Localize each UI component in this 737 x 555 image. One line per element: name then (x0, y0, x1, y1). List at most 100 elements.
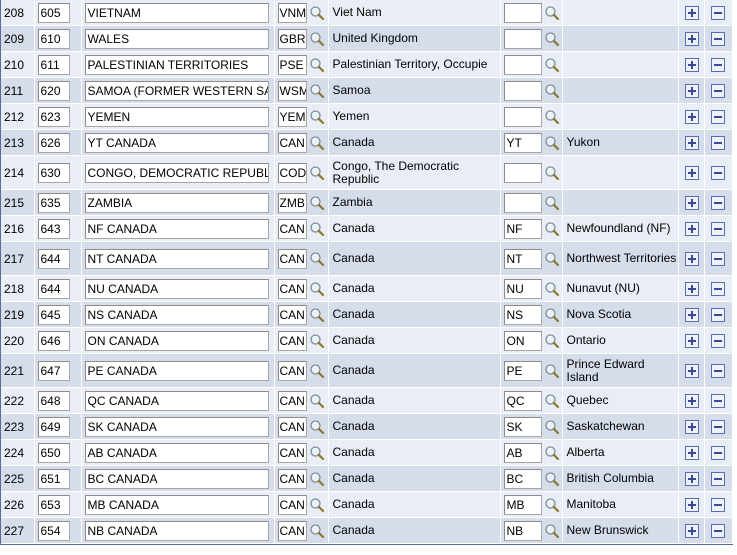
state-code-input[interactable]: SK (503, 416, 542, 437)
country-code-input[interactable]: CAN (277, 218, 307, 239)
delete-row-button[interactable] (710, 471, 725, 486)
delete-row-button[interactable] (710, 281, 725, 296)
search-icon[interactable] (309, 445, 325, 461)
add-row-button[interactable] (684, 307, 699, 322)
delete-row-button[interactable] (710, 165, 725, 180)
description-input[interactable]: NF CANADA (84, 218, 269, 239)
delete-row-button[interactable] (710, 523, 725, 538)
code-input[interactable]: 626 (37, 132, 70, 153)
add-row-button[interactable] (684, 497, 699, 512)
code-input[interactable]: 610 (37, 28, 70, 49)
state-code-input[interactable]: PE (503, 360, 542, 381)
add-row-button[interactable] (684, 109, 699, 124)
search-icon[interactable] (309, 523, 325, 539)
delete-row-button[interactable] (710, 363, 725, 378)
delete-row-button[interactable] (710, 333, 725, 348)
description-input[interactable]: YT CANADA (84, 132, 269, 153)
delete-row-button[interactable] (710, 195, 725, 210)
code-input[interactable]: 623 (37, 106, 70, 127)
search-icon[interactable] (544, 419, 560, 435)
delete-row-button[interactable] (710, 497, 725, 512)
state-code-input[interactable]: MB (503, 494, 542, 515)
delete-row-button[interactable] (710, 57, 725, 72)
search-icon[interactable] (309, 83, 325, 99)
country-code-input[interactable]: CAN (277, 468, 307, 489)
delete-row-button[interactable] (710, 109, 725, 124)
delete-row-button[interactable] (710, 83, 725, 98)
search-icon[interactable] (309, 135, 325, 151)
delete-row-button[interactable] (710, 251, 725, 266)
state-code-input[interactable]: NT (503, 248, 542, 269)
search-icon[interactable] (309, 31, 325, 47)
description-input[interactable]: VIETNAM (84, 2, 269, 23)
search-icon[interactable] (544, 135, 560, 151)
country-code-input[interactable]: YEM (277, 106, 307, 127)
code-input[interactable]: 648 (37, 390, 70, 411)
state-code-input[interactable] (503, 80, 542, 101)
country-code-input[interactable]: CAN (277, 132, 307, 153)
description-input[interactable]: WALES (84, 28, 269, 49)
add-row-button[interactable] (684, 57, 699, 72)
state-code-input[interactable]: NB (503, 520, 542, 541)
country-code-input[interactable]: CAN (277, 390, 307, 411)
search-icon[interactable] (309, 221, 325, 237)
delete-row-button[interactable] (710, 135, 725, 150)
state-code-input[interactable] (503, 106, 542, 127)
search-icon[interactable] (544, 333, 560, 349)
delete-row-button[interactable] (710, 419, 725, 434)
description-input[interactable]: YEMEN (84, 106, 269, 127)
add-row-button[interactable] (684, 281, 699, 296)
state-code-input[interactable] (503, 54, 542, 75)
search-icon[interactable] (309, 419, 325, 435)
add-row-button[interactable] (684, 135, 699, 150)
state-code-input[interactable] (503, 2, 542, 23)
search-icon[interactable] (544, 83, 560, 99)
code-input[interactable]: 620 (37, 80, 70, 101)
search-icon[interactable] (544, 165, 560, 181)
state-code-input[interactable]: QC (503, 390, 542, 411)
search-icon[interactable] (544, 281, 560, 297)
description-input[interactable]: SAMOA (FORMER WESTERN SAMOA (84, 80, 269, 101)
add-row-button[interactable] (684, 83, 699, 98)
code-input[interactable]: 654 (37, 520, 70, 541)
search-icon[interactable] (544, 57, 560, 73)
country-code-input[interactable]: CAN (277, 520, 307, 541)
search-icon[interactable] (544, 5, 560, 21)
description-input[interactable]: NS CANADA (84, 304, 269, 325)
state-code-input[interactable]: YT (503, 132, 542, 153)
description-input[interactable]: SK CANADA (84, 416, 269, 437)
search-icon[interactable] (544, 523, 560, 539)
add-row-button[interactable] (684, 165, 699, 180)
code-input[interactable]: 644 (37, 278, 70, 299)
delete-row-button[interactable] (710, 307, 725, 322)
description-input[interactable]: NU CANADA (84, 278, 269, 299)
search-icon[interactable] (309, 471, 325, 487)
add-row-button[interactable] (684, 31, 699, 46)
country-code-input[interactable]: GBR (277, 28, 307, 49)
country-code-input[interactable]: CAN (277, 278, 307, 299)
description-input[interactable]: AB CANADA (84, 442, 269, 463)
add-row-button[interactable] (684, 419, 699, 434)
search-icon[interactable] (309, 363, 325, 379)
description-input[interactable]: PE CANADA (84, 360, 269, 381)
search-icon[interactable] (544, 251, 560, 267)
add-row-button[interactable] (684, 333, 699, 348)
delete-row-button[interactable] (710, 393, 725, 408)
code-input[interactable]: 653 (37, 494, 70, 515)
search-icon[interactable] (309, 307, 325, 323)
description-input[interactable]: BC CANADA (84, 468, 269, 489)
search-icon[interactable] (309, 497, 325, 513)
country-code-input[interactable]: COD (277, 162, 307, 183)
code-input[interactable]: 643 (37, 218, 70, 239)
add-row-button[interactable] (684, 251, 699, 266)
search-icon[interactable] (309, 57, 325, 73)
description-input[interactable]: NT CANADA (84, 248, 269, 269)
search-icon[interactable] (309, 393, 325, 409)
add-row-button[interactable] (684, 363, 699, 378)
country-code-input[interactable]: CAN (277, 304, 307, 325)
country-code-input[interactable]: CAN (277, 442, 307, 463)
search-icon[interactable] (309, 195, 325, 211)
code-input[interactable]: 611 (37, 54, 70, 75)
description-input[interactable]: QC CANADA (84, 390, 269, 411)
search-icon[interactable] (309, 333, 325, 349)
